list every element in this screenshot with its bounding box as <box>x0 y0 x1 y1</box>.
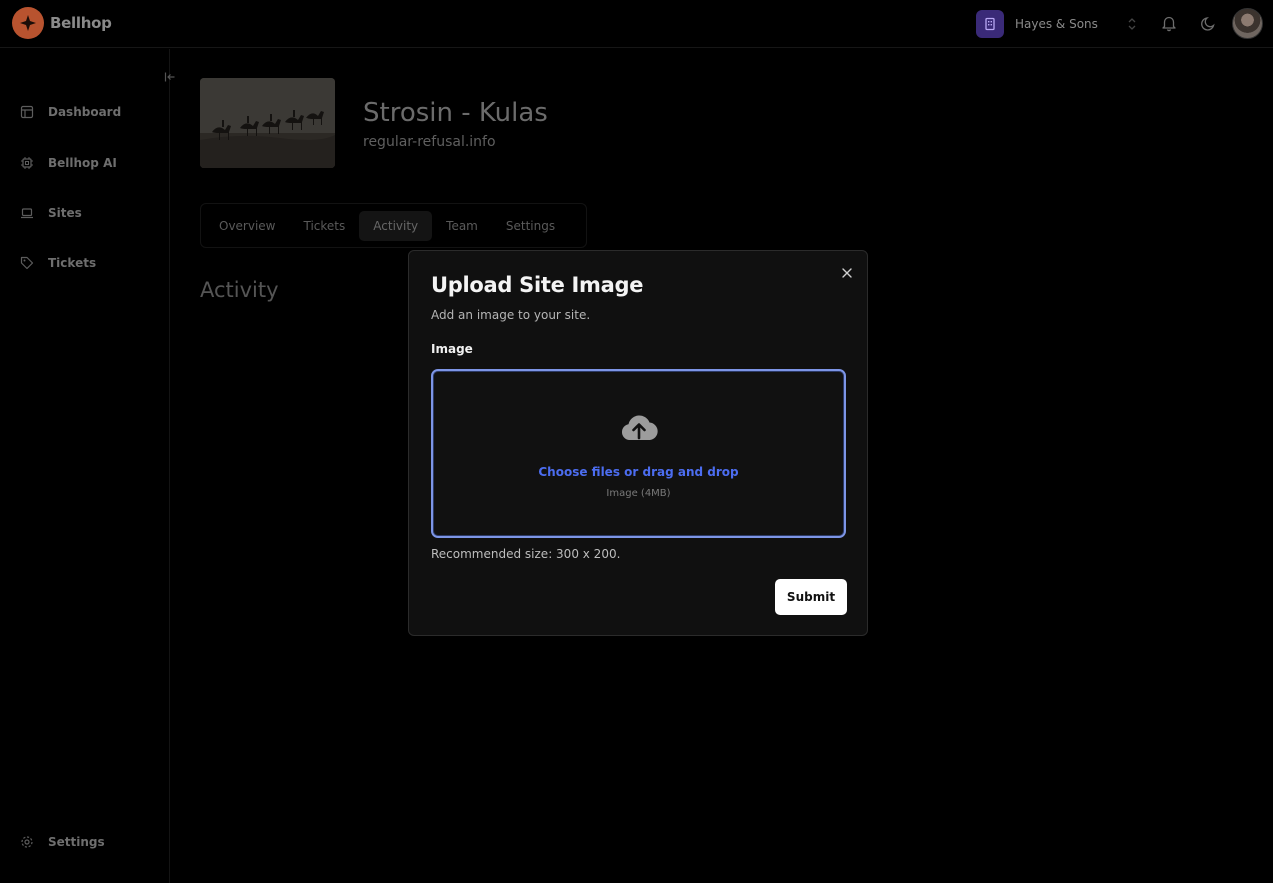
upload-site-image-dialog: Upload Site Image Add an image to your s… <box>408 250 868 636</box>
dialog-title: Upload Site Image <box>431 273 644 297</box>
image-dropzone[interactable]: Choose files or drag and drop Image (4MB… <box>431 369 846 538</box>
submit-button[interactable]: Submit <box>775 579 847 615</box>
cloud-upload-icon <box>621 415 658 440</box>
dropzone-cta[interactable]: Choose files or drag and drop <box>433 465 844 479</box>
recommended-size-hint: Recommended size: 300 x 200. <box>431 547 621 561</box>
close-icon <box>842 268 852 278</box>
close-button[interactable] <box>837 263 857 283</box>
dialog-description: Add an image to your site. <box>431 308 591 322</box>
dropzone-file-hint: Image (4MB) <box>606 488 671 499</box>
image-field-label: Image <box>431 342 473 356</box>
